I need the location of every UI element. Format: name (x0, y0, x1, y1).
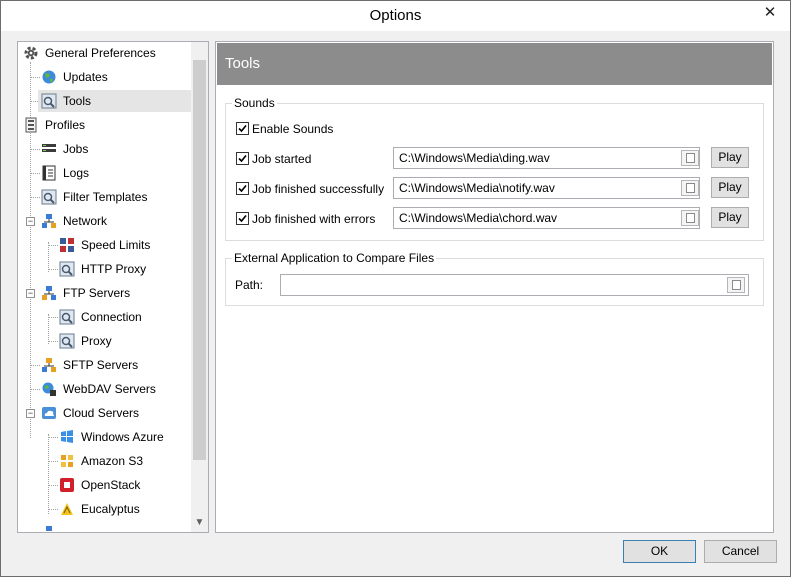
tree-scrollbar[interactable]: ▼ (191, 42, 208, 532)
tree-item-cloud-servers[interactable]: Cloud Servers (18, 402, 192, 424)
window-title: Options (369, 7, 422, 24)
tree-item-tools[interactable]: Tools (38, 90, 192, 112)
tree-item-eucalyptus[interactable]: Eucalyptus (18, 498, 192, 520)
tree-item-label: Updates (63, 70, 108, 84)
job-finished-with-errors-label: Job finished with errors (252, 212, 376, 226)
tree-item-label: Network (63, 214, 108, 228)
proxy-icon (59, 261, 75, 277)
gear-icon (23, 45, 39, 61)
tree-item-label: SFTP Servers (63, 358, 139, 372)
openstack-icon (59, 477, 75, 493)
tree-item-logs[interactable]: Logs (18, 162, 192, 184)
tree-item-network[interactable]: Network (18, 210, 192, 232)
tree-item-label: Speed Limits (81, 238, 151, 252)
tree-item-label: WebDAV Servers (63, 382, 156, 396)
browse-icon[interactable] (681, 210, 699, 226)
tree-item-label: Profiles (45, 118, 86, 132)
play-button-job-started[interactable]: Play (711, 147, 749, 168)
network-icon (41, 525, 57, 532)
content-panel: Tools Sounds Enable Sounds Job started C… (215, 41, 774, 533)
job-finished-successfully-sound-path[interactable]: C:\Windows\Media\notify.wav (393, 177, 700, 199)
tree-item-ftp-servers[interactable]: FTP Servers (18, 282, 192, 304)
scroll-down-arrow[interactable]: ▼ (191, 514, 208, 531)
tree-item-general-preferences[interactable]: General Preferences (18, 42, 192, 64)
job-finished-with-errors-checkbox[interactable] (236, 212, 249, 225)
options-window: Options ✕ − − − General Preferences Upda… (0, 0, 791, 577)
tree-item-partial (18, 522, 192, 532)
tree-item-label: HTTP Proxy (81, 262, 147, 276)
tree-item-jobs[interactable]: Jobs (18, 138, 192, 160)
amazon-icon (59, 453, 75, 469)
job-finished-successfully-checkbox[interactable] (236, 182, 249, 195)
tree-item-label: FTP Servers (63, 286, 131, 300)
tree-item-label: Jobs (63, 142, 89, 156)
globe-icon (41, 69, 57, 85)
title-bar: Options ✕ (1, 1, 790, 31)
tree-item-label: Cloud Servers (63, 406, 140, 420)
cloud-icon (41, 405, 57, 421)
job-finished-with-errors-sound-path[interactable]: C:\Windows\Media\chord.wav (393, 207, 700, 229)
tree-item-label: Windows Azure (81, 430, 164, 444)
eucalyptus-icon (59, 501, 75, 517)
speed-icon (59, 237, 75, 253)
webdav-icon (41, 381, 57, 397)
job-started-label: Job started (252, 152, 312, 166)
profiles-icon (23, 117, 39, 133)
close-button[interactable]: ✕ (751, 1, 789, 25)
tree-item-label: Proxy (81, 334, 112, 348)
external-app-group: External Application to Compare Files Pa… (225, 251, 764, 306)
tree-item-openstack[interactable]: OpenStack (18, 474, 192, 496)
tree-item-label: General Preferences (45, 46, 156, 60)
job-started-sound-path[interactable]: C:\Windows\Media\ding.wav (393, 147, 700, 169)
tree-item-sftp-servers[interactable]: SFTP Servers (18, 354, 192, 376)
logs-icon (41, 165, 57, 181)
proxy-icon (59, 333, 75, 349)
ftp-icon (41, 285, 57, 301)
tree-item-label: Filter Templates (63, 190, 148, 204)
tree-item-profiles[interactable]: Profiles (18, 114, 192, 136)
compare-app-path-input[interactable] (280, 274, 749, 296)
browse-icon[interactable] (681, 150, 699, 166)
tree-item-filter-templates[interactable]: Filter Templates (18, 186, 192, 208)
job-finished-successfully-label: Job finished successfully (252, 182, 385, 196)
play-button-job-finished-successfully[interactable]: Play (711, 177, 749, 198)
tools-icon (41, 93, 57, 109)
browse-icon[interactable] (681, 180, 699, 196)
tree-item-windows-azure[interactable]: Windows Azure (18, 426, 192, 448)
play-button-job-finished-with-errors[interactable]: Play (711, 207, 749, 228)
enable-sounds-label: Enable Sounds (252, 122, 334, 136)
external-app-legend: External Application to Compare Files (232, 251, 437, 265)
sftp-icon (41, 357, 57, 373)
tree-item-label: Amazon S3 (81, 454, 144, 468)
ok-button[interactable]: OK (623, 540, 696, 563)
connection-icon (59, 309, 75, 325)
enable-sounds-checkbox[interactable] (236, 122, 249, 135)
path-label: Path: (235, 278, 264, 292)
tree-item-amazon-s3[interactable]: Amazon S3 (18, 450, 192, 472)
sounds-group: Sounds Enable Sounds Job started C:\Wind… (225, 96, 764, 241)
job-started-checkbox[interactable] (236, 152, 249, 165)
options-tree: − − − General Preferences Updates Tools (17, 41, 209, 533)
tree-item-speed-limits[interactable]: Speed Limits (18, 234, 192, 256)
tree-item-label: Connection (81, 310, 142, 324)
tree-item-proxy[interactable]: Proxy (18, 330, 192, 352)
browse-icon[interactable] (727, 277, 745, 293)
page-title: Tools (217, 43, 772, 85)
sounds-legend: Sounds (232, 96, 277, 110)
tree-item-label: Tools (63, 94, 92, 108)
filter-icon (41, 189, 57, 205)
tree-item-label: Eucalyptus (81, 502, 140, 516)
azure-icon (59, 429, 75, 445)
cancel-button[interactable]: Cancel (704, 540, 777, 563)
tree-item-webdav-servers[interactable]: WebDAV Servers (18, 378, 192, 400)
network-icon (41, 213, 57, 229)
scroll-thumb[interactable] (193, 60, 206, 460)
tree-item-label: OpenStack (81, 478, 141, 492)
tree-item-connection[interactable]: Connection (18, 306, 192, 328)
jobs-icon (41, 141, 57, 157)
tree-item-http-proxy[interactable]: HTTP Proxy (18, 258, 192, 280)
tree-item-updates[interactable]: Updates (18, 66, 192, 88)
tree-item-label: Logs (63, 166, 90, 180)
